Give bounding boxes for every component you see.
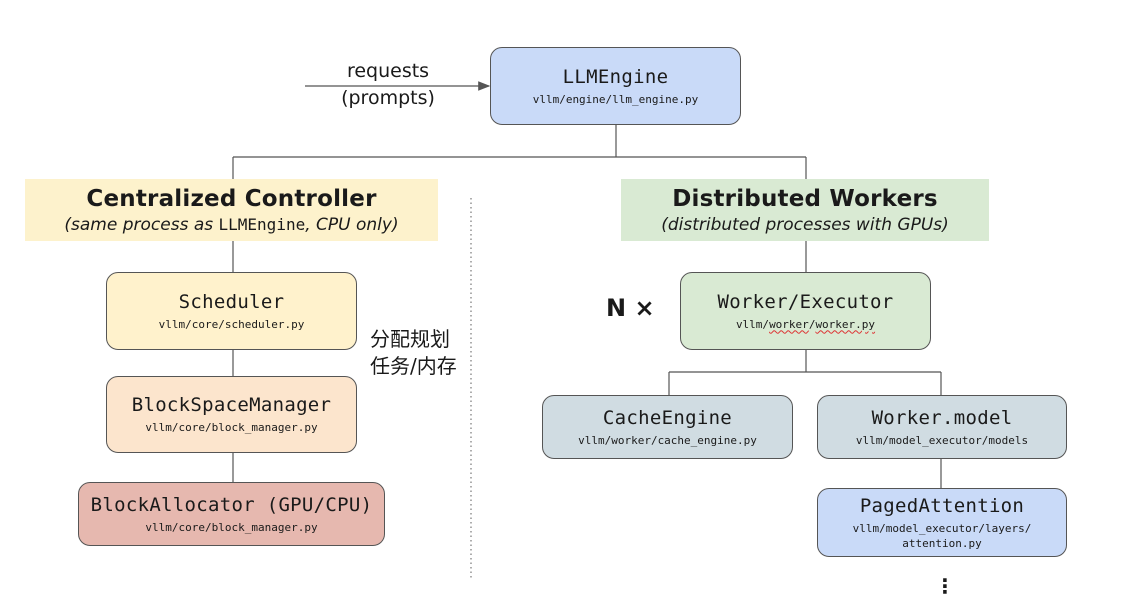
paged-attention-path: vllm/model_executor/layers/ attention.py — [853, 521, 1032, 551]
controller-sub-mono: LLMEngine — [218, 214, 306, 234]
n-times-label: N × — [606, 294, 655, 322]
centralized-controller-header: Centralized Controller (same process as … — [25, 179, 438, 241]
scheduler-path: vllm/core/scheduler.py — [158, 317, 305, 331]
worker-path-b: worker — [769, 317, 809, 331]
worker-path-a: vllm/ — [735, 317, 770, 331]
more-ellipsis: ⋮ — [935, 574, 955, 598]
worker-model-node: Worker.model vllm/model_executor/models — [817, 395, 1067, 459]
worker-executor-title: Worker/Executor — [717, 290, 894, 313]
cache-engine-title: CacheEngine — [602, 406, 733, 429]
scheduler-node: Scheduler vllm/core/scheduler.py — [106, 272, 357, 350]
requests-line2: (prompts) — [341, 87, 435, 109]
paged-attention-node: PagedAttention vllm/model_executor/layer… — [817, 488, 1067, 557]
cache-engine-node: CacheEngine vllm/worker/cache_engine.py — [542, 395, 793, 459]
distributed-workers-header: Distributed Workers (distributed process… — [621, 179, 989, 241]
workers-subtitle: (distributed processes with GPUs) — [661, 214, 949, 235]
allocation-note-line2: 任务/内存 — [370, 354, 457, 378]
controller-sub-after: , CPU only) — [305, 214, 399, 235]
paged-attention-title: PagedAttention — [859, 494, 1025, 517]
workers-title: Distributed Workers — [672, 185, 938, 212]
worker-executor-node: Worker/Executor vllm/worker/worker.py — [680, 272, 931, 350]
worker-model-path: vllm/model_executor/models — [855, 433, 1029, 447]
requests-label: requests (prompts) — [328, 58, 448, 112]
paged-attention-path-line2: attention.py — [902, 536, 982, 550]
worker-path-d: worker.py — [815, 317, 876, 331]
bsm-path: vllm/core/block_manager.py — [145, 421, 318, 434]
allocation-note-line1: 分配规划 — [370, 327, 450, 351]
llm-engine-path: vllm/engine/llm_engine.py — [532, 92, 699, 106]
llm-engine-title: LLMEngine — [562, 65, 669, 88]
requests-line1: requests — [346, 60, 430, 82]
allocator-title: BlockAllocator (GPU/CPU) — [90, 493, 373, 516]
controller-sub-before: (same process as — [64, 214, 219, 235]
worker-model-title: Worker.model — [871, 406, 1013, 429]
llm-engine-node: LLMEngine vllm/engine/llm_engine.py — [490, 47, 741, 125]
cache-engine-path: vllm/worker/cache_engine.py — [578, 433, 757, 447]
bsm-title: BlockSpaceManager — [131, 394, 332, 416]
controller-title: Centralized Controller — [86, 185, 377, 212]
allocation-note: 分配规划 任务/内存 — [370, 326, 457, 380]
scheduler-title: Scheduler — [178, 290, 285, 313]
block-allocator-node: BlockAllocator (GPU/CPU) vllm/core/block… — [78, 482, 385, 546]
controller-subtitle: (same process as LLMEngine, CPU only) — [25, 215, 438, 235]
block-space-manager-node: BlockSpaceManager vllm/core/block_manage… — [106, 376, 357, 453]
worker-executor-path: vllm/worker/worker.py — [736, 317, 875, 332]
allocator-path: vllm/core/block_manager.py — [145, 520, 318, 534]
paged-attention-path-line1: vllm/model_executor/layers/ — [852, 521, 1032, 535]
